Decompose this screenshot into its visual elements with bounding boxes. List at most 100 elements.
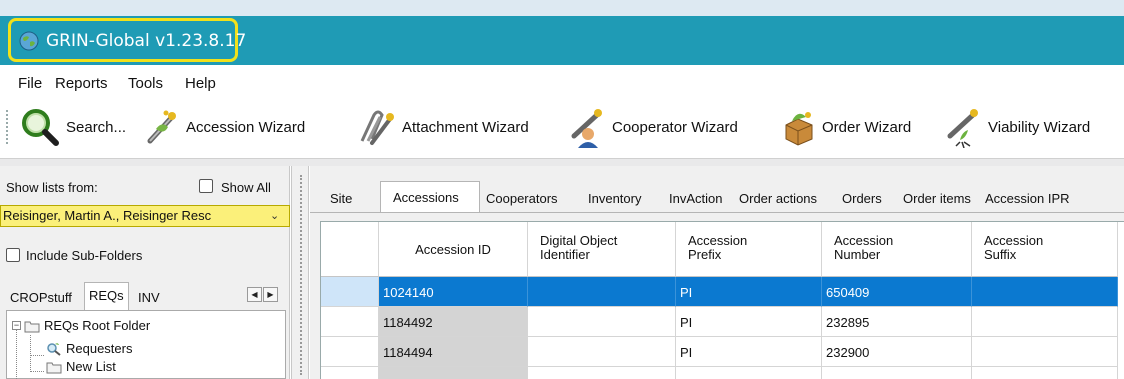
tab-cooperators[interactable]: Cooperators (486, 185, 558, 212)
column-header-label: Accession Suffix (984, 233, 1044, 262)
toolbar-separator (0, 158, 1124, 166)
tab-inv[interactable]: INV (134, 285, 164, 310)
grid-corner-header[interactable] (321, 222, 379, 277)
tab-cropstuff[interactable]: CROPstuff (6, 285, 76, 310)
grid-cell-doi[interactable] (528, 307, 676, 337)
include-subfolders-checkbox[interactable] (6, 248, 20, 262)
tab-accession-ipr[interactable]: Accession IPR (985, 185, 1070, 212)
cooperator-wizard-icon (571, 109, 602, 148)
tree-item-label: Requesters (66, 341, 133, 356)
tab-scroll-right-icon[interactable]: ▶ (263, 287, 278, 302)
accession-wizard-button[interactable]: Accession Wizard (142, 104, 305, 150)
menu-reports[interactable]: Reports (55, 75, 108, 92)
column-header-accession-prefix[interactable]: Accession Prefix (676, 222, 822, 277)
tree-connector (16, 330, 17, 379)
menu-help[interactable]: Help (185, 75, 216, 92)
tree-item-root[interactable]: REQs Root Folder (24, 318, 150, 333)
tab-scroll-left-icon[interactable]: ◀ (247, 287, 262, 302)
tab-inventory[interactable]: Inventory (588, 185, 641, 212)
grid-cell-doi[interactable] (528, 367, 676, 379)
column-header-label: Digital Object Identifier (540, 233, 618, 262)
column-header-doi[interactable]: Digital Object Identifier (528, 222, 676, 277)
splitter-grip[interactable] (300, 175, 304, 375)
accession-wizard-icon (147, 110, 176, 144)
tab-order-items[interactable]: Order items (903, 185, 971, 212)
menu-tools[interactable]: Tools (128, 75, 163, 92)
accession-wizard-label: Accession Wizard (186, 118, 306, 136)
grid-cell-number[interactable]: 650409 (822, 277, 972, 307)
grid-cell-number[interactable] (822, 367, 972, 379)
cooperator-wizard-label: Cooperator Wizard (612, 118, 738, 136)
grid-cell-suffix[interactable] (972, 337, 1118, 367)
grid-cell-suffix[interactable] (972, 367, 1118, 379)
grid-cell-suffix[interactable] (972, 277, 1118, 307)
search-icon (22, 109, 59, 146)
column-header-accession-suffix[interactable]: Accession Suffix (972, 222, 1118, 277)
viability-wizard-icon (947, 109, 978, 148)
order-wizard-button[interactable]: Order Wizard (778, 104, 911, 150)
column-header-accession-id[interactable]: Accession ID (379, 222, 528, 277)
tab-orders[interactable]: Orders (842, 185, 882, 212)
grid-cell-accession-id[interactable]: 1184492 (379, 307, 528, 337)
tree-item-new-list[interactable]: New List (46, 359, 116, 374)
folder-icon (46, 362, 62, 373)
show-all-label: Show All (221, 180, 271, 195)
tab-order-actions[interactable]: Order actions (739, 185, 817, 212)
cooperator-wizard-button[interactable]: Cooperator Wizard (568, 104, 738, 150)
tab-accessions[interactable]: Accessions (380, 181, 480, 213)
row-header[interactable] (321, 277, 379, 307)
requesters-icon (47, 342, 61, 356)
window-top-strip (0, 0, 1124, 16)
menu-bar (0, 65, 1124, 97)
show-all-checkbox[interactable] (199, 179, 213, 193)
menu-file[interactable]: File (18, 75, 42, 92)
search-button[interactable]: Search... (18, 104, 126, 150)
toolbar-grip[interactable] (6, 110, 10, 144)
grid-cell-number[interactable]: 232895 (822, 307, 972, 337)
order-wizard-label: Order Wizard (822, 118, 912, 136)
order-wizard-icon (785, 112, 813, 146)
attachment-wizard-icon (360, 110, 394, 145)
grid-cell-accession-id[interactable]: 1184494 (379, 337, 528, 367)
folder-icon (24, 321, 40, 332)
grid-cell-doi[interactable] (528, 337, 676, 367)
tree-connector (30, 335, 31, 372)
attachment-wizard-button[interactable]: Attachment Wizard (354, 104, 529, 150)
tree-item-label: New List (66, 359, 116, 374)
column-header-label: Accession Number (834, 233, 894, 262)
show-lists-label: Show lists from: (6, 180, 98, 195)
attachment-wizard-label: Attachment Wizard (402, 118, 529, 136)
tab-site[interactable]: Site (330, 185, 352, 212)
tree-connector (30, 371, 44, 372)
grid-cell-prefix[interactable]: PI (676, 337, 822, 367)
column-header-label: Accession ID (415, 242, 491, 257)
row-header[interactable] (321, 337, 379, 367)
app-globe-icon (19, 31, 39, 51)
tree-expander-icon[interactable]: − (12, 321, 21, 330)
grid-cell-accession-id[interactable]: 1024140 (379, 277, 528, 307)
tree-connector (30, 355, 44, 356)
window-title: GRIN-Global v1.23.8.17 (46, 31, 247, 51)
chevron-down-icon[interactable]: ⌄ (270, 209, 279, 222)
tab-strip-border (310, 212, 1124, 213)
grid-cell-prefix[interactable]: PI (676, 307, 822, 337)
viability-wizard-button[interactable]: Viability Wizard (944, 104, 1090, 150)
viability-wizard-label: Viability Wizard (988, 118, 1091, 136)
column-header-label: Accession Prefix (688, 233, 748, 262)
tab-invaction[interactable]: InvAction (669, 185, 722, 212)
owner-combo-value: Reisinger, Martin A., Reisinger Resc (3, 208, 212, 223)
grid-cell-prefix[interactable] (676, 367, 822, 379)
grid-cell-number[interactable]: 232900 (822, 337, 972, 367)
tree-item-label: REQs Root Folder (44, 318, 151, 333)
grid-cell-accession-id[interactable] (379, 367, 528, 379)
grid-cell-doi[interactable] (528, 277, 676, 307)
row-header[interactable] (321, 367, 379, 379)
row-header[interactable] (321, 307, 379, 337)
grid-cell-suffix[interactable] (972, 307, 1118, 337)
include-subfolders-label: Include Sub-Folders (26, 248, 143, 263)
column-header-accession-number[interactable]: Accession Number (822, 222, 972, 277)
tree-item-requesters[interactable]: Requesters (46, 341, 132, 356)
grid-cell-prefix[interactable]: PI (676, 277, 822, 307)
tab-reqs[interactable]: REQs (84, 282, 129, 311)
search-label: Search... (66, 118, 127, 136)
